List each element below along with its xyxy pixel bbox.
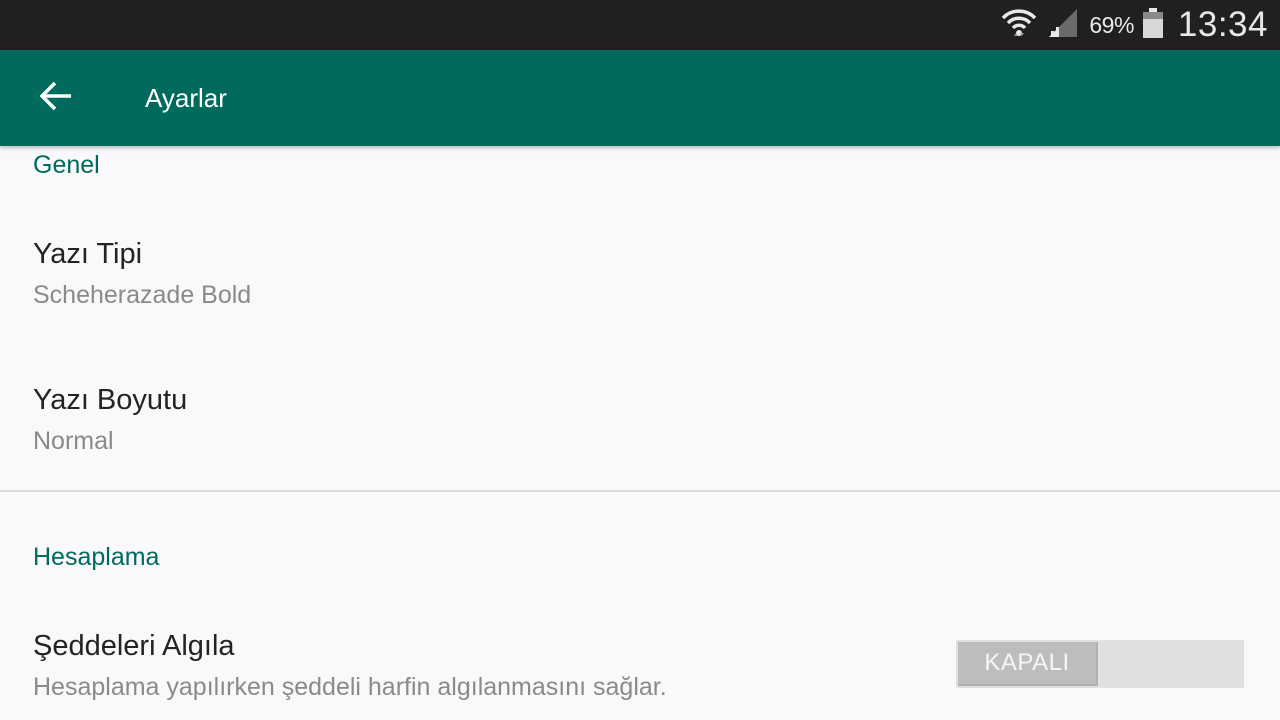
- signal-icon: [1045, 7, 1079, 44]
- pref-font-type-title: Yazı Tipi: [33, 238, 143, 270]
- pref-font-type-summary: Scheherazade Bold: [33, 281, 252, 309]
- battery-icon: [1142, 7, 1164, 44]
- clock: 13:34: [1177, 5, 1268, 44]
- toggle-thumb: KAPALI: [958, 642, 1098, 686]
- section-header-genel: Genel: [33, 151, 100, 179]
- battery-percent: 69%: [1089, 11, 1134, 38]
- arrow-left-icon: [39, 81, 73, 116]
- back-button[interactable]: [28, 72, 84, 124]
- status-bar: 69% 13:34: [0, 0, 1280, 50]
- app-bar: Ayarlar: [0, 50, 1280, 146]
- pref-font-type[interactable]: Yazı Tipi Scheherazade Bold: [0, 214, 1280, 324]
- pref-font-size-summary: Normal: [33, 427, 114, 455]
- pref-font-size[interactable]: Yazı Boyutu Normal: [0, 360, 1280, 470]
- section-divider: [0, 490, 1280, 492]
- pref-font-size-title: Yazı Boyutu: [33, 384, 188, 416]
- wifi-icon: [1001, 6, 1037, 45]
- pref-detect-shadda-title: Şeddeleri Algıla: [33, 630, 235, 662]
- pref-detect-shadda-summary: Hesaplama yapılırken şeddeli harfin algı…: [33, 673, 667, 701]
- detect-shadda-toggle[interactable]: KAPALI: [956, 640, 1244, 688]
- page-title: Ayarlar: [145, 83, 227, 113]
- section-header-hesaplama: Hesaplama: [33, 543, 160, 571]
